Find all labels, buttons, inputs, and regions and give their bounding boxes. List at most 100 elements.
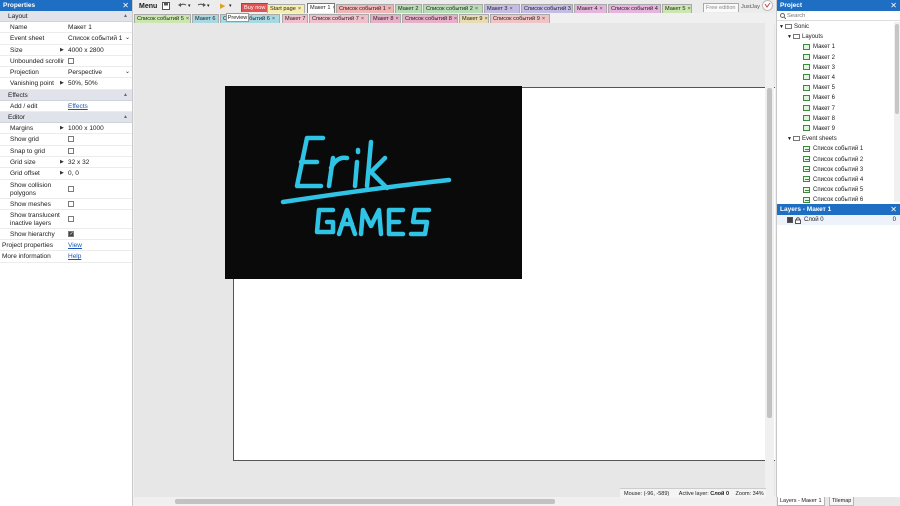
show-hierarchy-checkbox[interactable] bbox=[68, 229, 74, 240]
layer-visible-checkbox[interactable] bbox=[787, 217, 793, 223]
tab-close-icon[interactable]: × bbox=[361, 16, 364, 22]
help-link[interactable]: Help bbox=[68, 251, 130, 262]
document-tab[interactable]: Список событий 2 × bbox=[423, 4, 483, 13]
tab-close-icon[interactable]: × bbox=[542, 16, 545, 22]
vertical-scroll-thumb[interactable] bbox=[767, 88, 772, 418]
tab-tilemap[interactable]: Tilemap bbox=[829, 497, 855, 506]
horizontal-scroll-thumb[interactable] bbox=[175, 499, 555, 504]
tab-close-icon[interactable]: × bbox=[388, 6, 391, 12]
document-tab[interactable]: Макет 3 × bbox=[484, 4, 520, 13]
tree-folder-event-sheets[interactable]: ▼ Event sheets bbox=[787, 134, 837, 144]
name-field[interactable]: Макет 1 bbox=[68, 22, 130, 33]
tab-close-icon[interactable]: × bbox=[600, 6, 603, 12]
unbounded-scrolling-checkbox[interactable] bbox=[68, 57, 74, 64]
expand-arrow-icon[interactable]: ▶ bbox=[60, 123, 64, 134]
document-tab[interactable]: Макет 2× bbox=[395, 4, 422, 13]
collapse-icon[interactable]: ▲ bbox=[123, 90, 128, 101]
tab-close-icon[interactable]: × bbox=[308, 16, 309, 22]
margins-field[interactable]: 1000 x 1000 bbox=[68, 123, 130, 134]
tab-close-icon[interactable]: × bbox=[454, 16, 457, 22]
document-tab[interactable]: Макет 4 × bbox=[574, 4, 607, 13]
layer-row[interactable]: Слой 0 0 bbox=[777, 215, 900, 225]
project-scrollbar[interactable] bbox=[894, 22, 900, 202]
tab-close-icon[interactable]: × bbox=[660, 6, 661, 12]
project-search[interactable] bbox=[777, 11, 900, 21]
document-tab[interactable]: Макет 5 × bbox=[662, 4, 692, 13]
layout-canvas[interactable] bbox=[134, 23, 775, 497]
chevron-down-icon[interactable]: ⌄ bbox=[125, 67, 130, 78]
section-layout[interactable]: Layout ▲ bbox=[0, 11, 132, 22]
tree-item-layout[interactable]: Макет 8 bbox=[803, 114, 835, 124]
tab-close-icon[interactable]: × bbox=[475, 6, 478, 12]
tree-item-layout[interactable]: Макет 3 bbox=[803, 63, 835, 73]
tree-item-event-sheet[interactable]: Список событий 3 bbox=[803, 165, 863, 175]
document-tab[interactable]: Макет 7× bbox=[282, 14, 308, 23]
tree-item-layout[interactable]: Макет 5 bbox=[803, 83, 835, 93]
tree-item-layout[interactable]: Макет 1 bbox=[803, 42, 835, 52]
document-tab[interactable]: Макет 6× bbox=[192, 14, 219, 23]
search-input[interactable] bbox=[787, 12, 897, 20]
vanishing-point-field[interactable]: 50%, 50% bbox=[68, 78, 130, 89]
grid-offset-field[interactable]: 0, 0 bbox=[68, 168, 130, 179]
document-tab[interactable]: Список событий 9 × bbox=[490, 14, 550, 23]
tree-item-layout[interactable]: Макет 6 bbox=[803, 93, 835, 103]
erik-games-logo-sprite[interactable] bbox=[225, 86, 522, 279]
tab-close-icon[interactable]: × bbox=[688, 6, 691, 12]
tree-item-layout[interactable]: Макет 4 bbox=[803, 73, 835, 83]
projection-select[interactable]: Perspective bbox=[68, 67, 130, 78]
tree-item-event-sheet[interactable]: Список событий 4 bbox=[803, 175, 863, 185]
close-icon[interactable]: ✕ bbox=[122, 0, 129, 11]
expand-arrow-icon[interactable]: ▶ bbox=[60, 78, 64, 89]
tree-root-item[interactable]: ▼ Sonic bbox=[779, 22, 809, 32]
expand-arrow-icon[interactable]: ▶ bbox=[60, 157, 64, 168]
tab-close-icon[interactable]: × bbox=[510, 6, 513, 12]
document-tab[interactable]: Список событий 1 × bbox=[336, 4, 394, 13]
tree-item-event-sheet[interactable]: Список событий 1 bbox=[803, 144, 863, 154]
document-tab[interactable]: Список событий 3× bbox=[521, 4, 573, 13]
document-tab[interactable]: Макет 1× bbox=[307, 3, 335, 13]
tab-close-icon[interactable]: × bbox=[272, 16, 275, 22]
tab-close-icon[interactable]: × bbox=[421, 6, 422, 12]
expand-arrow-icon[interactable]: ▶ bbox=[60, 45, 64, 56]
expand-arrow-icon[interactable]: ▶ bbox=[60, 168, 64, 179]
tree-item-event-sheet[interactable]: Список событий 5 bbox=[803, 185, 863, 195]
tab-close-icon[interactable]: × bbox=[186, 16, 189, 22]
document-tab[interactable]: Список событий 8 × bbox=[402, 14, 458, 23]
tree-folder-layouts[interactable]: ▼ Layouts bbox=[787, 32, 823, 42]
collapse-icon[interactable]: ▲ bbox=[123, 112, 128, 123]
tab-close-icon[interactable]: × bbox=[333, 5, 335, 11]
chevron-down-icon[interactable]: ⌄ bbox=[125, 33, 130, 44]
tree-item-layout[interactable]: Макет 7 bbox=[803, 104, 835, 114]
event-sheet-select[interactable]: Список событий 1 bbox=[68, 33, 130, 44]
size-field[interactable]: 4000 x 2800 bbox=[68, 45, 130, 56]
document-tab[interactable]: Список событий 7 × bbox=[309, 14, 369, 23]
show-meshes-checkbox[interactable] bbox=[68, 200, 74, 207]
document-tab[interactable]: Список событий 5 × bbox=[134, 14, 191, 23]
show-grid-checkbox[interactable] bbox=[68, 136, 74, 143]
snap-to-grid-checkbox[interactable] bbox=[68, 147, 74, 154]
close-icon[interactable]: ✕ bbox=[890, 204, 897, 215]
show-translucent-checkbox[interactable] bbox=[68, 215, 74, 222]
grid-size-field[interactable]: 32 x 32 bbox=[68, 157, 130, 168]
view-link[interactable]: View bbox=[68, 240, 130, 251]
lock-icon[interactable] bbox=[795, 217, 801, 224]
tree-item-layout[interactable]: Макет 9 bbox=[803, 124, 835, 134]
document-tab[interactable]: Макет 8 × bbox=[370, 14, 401, 23]
section-effects[interactable]: Effects ▲ bbox=[0, 89, 132, 101]
tab-close-icon[interactable]: × bbox=[218, 16, 219, 22]
tab-close-icon[interactable]: × bbox=[396, 16, 399, 22]
tab-layers[interactable]: Layers - Макет 1 bbox=[777, 497, 825, 506]
tree-item-layout[interactable]: Макет 2 bbox=[803, 53, 835, 63]
show-collision-checkbox[interactable] bbox=[68, 185, 74, 192]
tab-close-icon[interactable]: × bbox=[298, 6, 301, 12]
tab-close-icon[interactable]: × bbox=[485, 16, 488, 22]
effects-link[interactable]: Effects bbox=[68, 101, 130, 112]
project-scroll-thumb[interactable] bbox=[895, 24, 899, 114]
document-tab[interactable]: Макет 9 × bbox=[459, 14, 489, 23]
section-editor[interactable]: Editor ▲ bbox=[0, 112, 132, 124]
collapse-icon[interactable]: ▲ bbox=[123, 11, 128, 22]
close-icon[interactable]: ✕ bbox=[890, 0, 897, 11]
document-tab[interactable]: Start page × bbox=[267, 4, 305, 13]
tree-item-event-sheet[interactable]: Список событий 2 bbox=[803, 155, 863, 165]
document-tab[interactable]: Список событий 4× bbox=[608, 4, 661, 13]
